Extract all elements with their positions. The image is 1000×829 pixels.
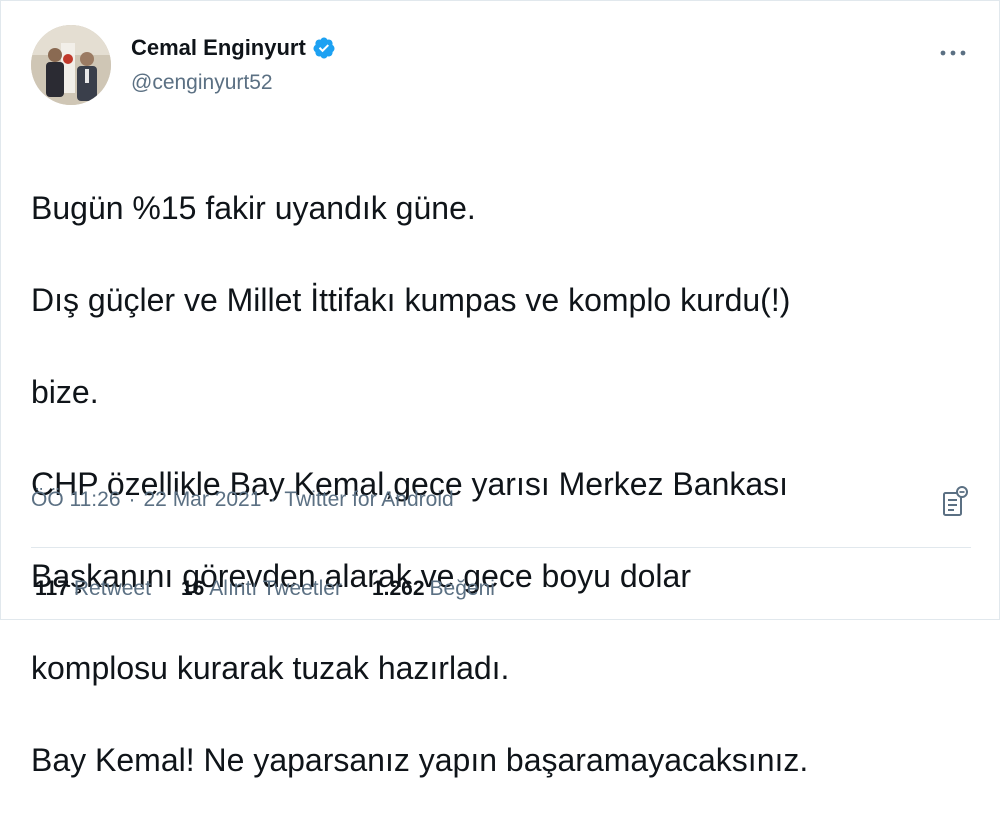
author-name[interactable]: Cemal Enginyurt	[131, 35, 306, 61]
tweet-text-line: komplosu kurarak tuzak hazırladı.	[31, 650, 510, 686]
tweet-source[interactable]: Twitter for Android	[284, 488, 453, 512]
author-handle[interactable]: @cenginyurt52	[131, 71, 273, 95]
tweet-header: Cemal Enginyurt @cenginyurt52	[31, 25, 971, 107]
tweet-time[interactable]: ÖÖ 11:26	[31, 488, 121, 512]
quote-tweet-count[interactable]: 16 Alıntı Tweetler	[181, 577, 342, 601]
meta-separator: ·	[128, 488, 136, 511]
stat-count: 1.262	[371, 577, 425, 600]
stat-count: 117	[35, 577, 69, 600]
tweet-card: Cemal Enginyurt @cenginyurt52 Bugün %15 …	[0, 0, 1000, 778]
retweet-count[interactable]: 117 Retweet	[35, 577, 151, 601]
verified-badge-icon	[313, 37, 335, 59]
stat-count: 16	[180, 577, 205, 600]
tweet-text-line: Bay Kemal! Ne yaparsanız yapın başaramay…	[31, 742, 809, 778]
divider	[31, 547, 971, 548]
tweet-meta: ÖÖ 11:26 · 22 Mar 2021 · Twitter for And…	[31, 488, 454, 512]
like-count[interactable]: 1.262 Beğeni	[372, 577, 495, 601]
avatar[interactable]	[31, 25, 111, 105]
analytics-icon[interactable]	[941, 485, 969, 517]
more-horizontal-icon[interactable]	[939, 45, 967, 61]
tweet-stats: 117 Retweet 16 Alıntı Tweetler 1.262 Beğeni	[35, 577, 525, 601]
author-name-row: Cemal Enginyurt	[131, 35, 336, 61]
tweet-text-line: bize.	[31, 374, 99, 410]
tweet-date[interactable]: 22 Mar 2021	[144, 488, 262, 512]
avatar-photo	[31, 25, 111, 105]
stat-label: Beğeni	[429, 577, 495, 600]
tweet-text: Bugün %15 fakir uyandık güne. Dış güçler…	[31, 139, 971, 829]
tweet-text-line: Dış güçler ve Millet İttifakı kumpas ve …	[31, 282, 791, 318]
stat-label: Alıntı Tweetler	[209, 577, 342, 600]
tweet-text-line: Bugün %15 fakir uyandık güne.	[31, 190, 476, 226]
stat-label: Retweet	[73, 577, 151, 600]
meta-separator: ·	[269, 488, 277, 511]
